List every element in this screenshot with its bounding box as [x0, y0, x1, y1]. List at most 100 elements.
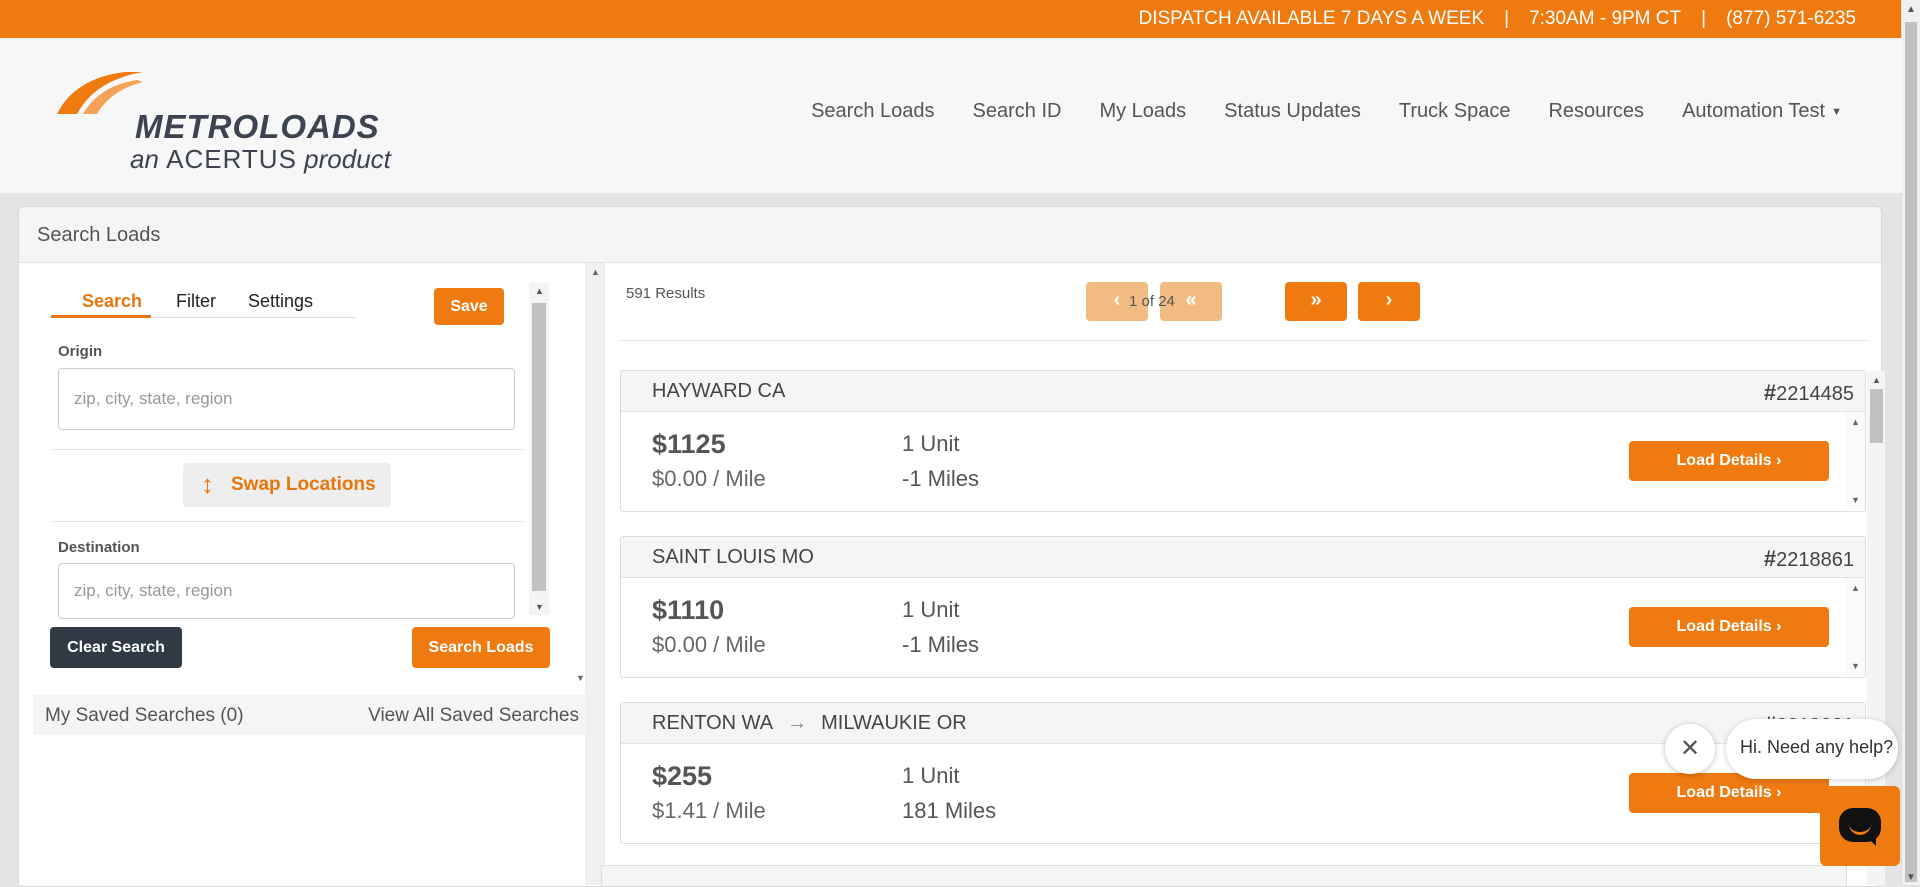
nav-status-updates[interactable]: Status Updates	[1224, 100, 1361, 123]
nav-truck-space[interactable]: Truck Space	[1399, 100, 1511, 123]
view-all-saved-searches-link[interactable]: View All Saved Searches	[368, 705, 579, 727]
search-form-scrollbar-thumb[interactable]	[532, 303, 546, 591]
results-scrollbar-thumb[interactable]	[1870, 389, 1883, 443]
tab-filter[interactable]: Filter	[176, 291, 216, 312]
destination-label: Destination	[58, 539, 140, 556]
load-price: $255	[652, 761, 713, 791]
separator: |	[1504, 8, 1510, 29]
swap-locations-button[interactable]: ↕ Swap Locations	[183, 463, 391, 507]
load-details-label: Load Details	[1676, 452, 1772, 469]
divider	[52, 449, 524, 450]
nav-user-menu[interactable]: Automation Test ▼	[1682, 100, 1842, 123]
next-load-card-edge	[601, 865, 1847, 886]
double-chevron-right-icon: »	[1310, 289, 1322, 311]
page-scrollbar[interactable]: ▲ ▼	[1901, 0, 1920, 885]
logo-brand: METROLOADS	[135, 108, 380, 145]
panel-header: Search Loads	[19, 207, 1881, 263]
nav-search-id[interactable]: Search ID	[973, 100, 1062, 123]
scroll-up-icon[interactable]: ▲	[591, 267, 600, 277]
chat-icon-tail	[1866, 836, 1876, 846]
load-card-header: SAINT LOUIS MO #2218861	[621, 537, 1865, 578]
column-scrollbar[interactable]: ▲	[585, 263, 605, 885]
destination-input[interactable]	[58, 563, 515, 619]
results-count: 591 Results	[626, 285, 706, 302]
load-details-button[interactable]: Load Details ›	[1629, 607, 1829, 647]
dispatch-hours: 7:30AM - 9PM CT	[1529, 8, 1682, 29]
page-scrollbar-thumb[interactable]	[1905, 22, 1917, 882]
load-details-button[interactable]: Load Details ›	[1629, 773, 1829, 813]
origin-input[interactable]	[58, 368, 515, 430]
load-units: 1 Unit	[902, 597, 960, 622]
double-chevron-left-icon: «	[1185, 289, 1197, 311]
load-miles: -1 Miles	[902, 466, 980, 491]
results-list: 591 Results ‹ « 1 of 24 » › HAYWARD CA #…	[605, 263, 1885, 885]
chevron-right-icon: ›	[1776, 618, 1782, 635]
next-page-button[interactable]: ›	[1358, 282, 1420, 321]
save-button[interactable]: Save	[434, 288, 504, 325]
load-destination: MILWAUKIE OR	[821, 712, 967, 734]
load-route: RENTON WA → MILWAUKIE OR	[652, 712, 967, 735]
load-id-value: 2218861	[1776, 549, 1854, 571]
scroll-down-icon[interactable]: ▼	[1851, 661, 1860, 671]
tagline-prefix: an	[130, 144, 159, 174]
active-tab-indicator	[51, 315, 151, 318]
tagline-suffix: product	[304, 144, 391, 174]
swap-locations-label: Swap Locations	[231, 474, 376, 495]
close-icon: ✕	[1679, 735, 1701, 762]
tab-settings[interactable]: Settings	[248, 291, 313, 312]
load-origin: RENTON WA	[652, 712, 774, 734]
last-page-button[interactable]: »	[1285, 282, 1347, 321]
chat-prompt-bubble[interactable]: Hi. Need any help?	[1726, 719, 1898, 779]
page-indicator: 1 of 24	[1129, 293, 1175, 310]
load-price-per-mile: $0.00 / Mile	[652, 632, 766, 657]
saved-searches-bar: My Saved Searches (0) View All Saved Sea…	[33, 695, 591, 735]
scroll-down-icon[interactable]: ▼	[576, 673, 585, 683]
divider	[52, 521, 524, 522]
card-scrollbar[interactable]: ▲ ▼	[1845, 578, 1865, 676]
dispatch-info: DISPATCH AVAILABLE 7 DAYS A WEEK | 7:30AM …	[1138, 8, 1856, 30]
caret-down-icon: ▼	[1831, 105, 1842, 118]
load-origin: SAINT LOUIS MO	[652, 546, 814, 568]
separator: |	[1701, 8, 1707, 29]
load-miles: -1 Miles	[902, 632, 980, 657]
main-nav: Search Loads Search ID My Loads Status U…	[773, 100, 1842, 123]
scroll-up-icon[interactable]: ▲	[1906, 4, 1916, 15]
search-tabs: Search Filter Settings	[51, 283, 356, 318]
clear-search-button[interactable]: Clear Search	[50, 627, 182, 668]
load-units: 1 Unit	[902, 763, 960, 788]
load-details-label: Load Details	[1676, 784, 1772, 801]
load-units: 1 Unit	[902, 431, 960, 456]
card-scrollbar[interactable]: ▲ ▼	[1845, 412, 1865, 510]
scroll-up-icon[interactable]: ▲	[1851, 417, 1860, 427]
load-card-header: HAYWARD CA #2214485	[621, 371, 1865, 412]
load-card: HAYWARD CA #2214485 $1125 $0.00 / Mile 1…	[620, 370, 1866, 512]
arrow-right-icon: →	[787, 712, 808, 734]
search-loads-button[interactable]: Search Loads	[412, 627, 550, 668]
load-details-button[interactable]: Load Details ›	[1629, 441, 1829, 481]
scroll-down-icon[interactable]: ▼	[1906, 872, 1916, 883]
scroll-up-icon[interactable]: ▲	[1872, 375, 1881, 385]
search-loads-panel: Search Loads Search Filter Settings Save…	[18, 206, 1885, 887]
nav-search-loads[interactable]: Search Loads	[811, 100, 934, 123]
metroloads-logo[interactable]: METROLOADS an ACERTUS product	[55, 68, 415, 178]
scroll-up-icon[interactable]: ▲	[1851, 583, 1860, 593]
origin-label: Origin	[58, 343, 103, 360]
scroll-down-icon[interactable]: ▼	[535, 602, 544, 612]
scroll-down-icon[interactable]: ▼	[1851, 495, 1860, 505]
load-card: SAINT LOUIS MO #2218861 $1110 $0.00 / Mi…	[620, 536, 1866, 678]
logo-swoosh-icon	[57, 72, 143, 114]
dispatch-phone[interactable]: (877) 571-6235	[1726, 8, 1856, 29]
close-chat-prompt-button[interactable]: ✕	[1665, 724, 1715, 774]
load-id-value: 2214485	[1776, 383, 1854, 405]
nav-my-loads[interactable]: My Loads	[1099, 100, 1186, 123]
search-form-scrollbar[interactable]: ▲ ▼	[529, 283, 549, 615]
nav-resources[interactable]: Resources	[1548, 100, 1644, 123]
load-price: $1110	[652, 595, 725, 625]
panel-title: Search Loads	[37, 224, 161, 246]
chat-launcher-button[interactable]	[1820, 786, 1900, 866]
dispatch-availability: DISPATCH AVAILABLE 7 DAYS A WEEK	[1138, 8, 1485, 29]
load-price: $1125	[652, 429, 726, 459]
scroll-up-icon[interactable]: ▲	[535, 286, 544, 296]
load-price-per-mile: $1.41 / Mile	[652, 798, 766, 823]
tab-search[interactable]: Search	[82, 291, 142, 312]
